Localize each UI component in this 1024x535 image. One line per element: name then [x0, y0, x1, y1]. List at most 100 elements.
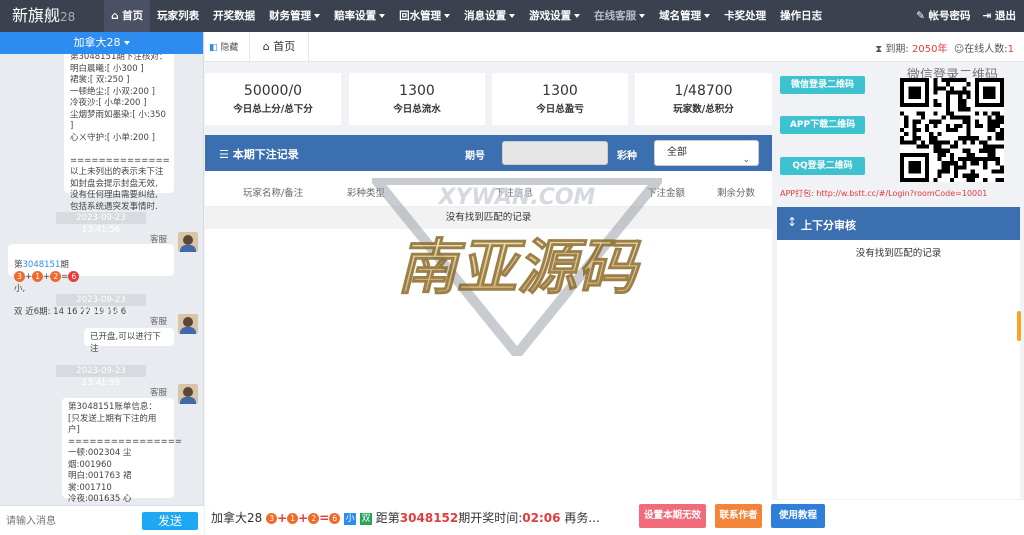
avatar	[178, 384, 198, 404]
nav-item-3[interactable]: 财务管理	[262, 0, 327, 32]
nav-item-label: 财务管理	[269, 10, 312, 22]
nav-item-0[interactable]: ⌂ 首页	[104, 0, 151, 32]
countdown-prefix: 距第	[375, 511, 400, 525]
nav-item-label: 在线客服	[594, 10, 637, 22]
stat-label: 玩家数/总积分	[673, 104, 734, 115]
result-tag-even: 双	[359, 512, 372, 525]
logout-link[interactable]: ⇥ 退出	[983, 0, 1016, 32]
nav-item-5[interactable]: 回水管理	[392, 0, 457, 32]
column-header: 彩种类型	[347, 188, 386, 199]
stat-card-turnover: 1300 今日总流水	[349, 73, 485, 125]
column-header: 玩家名称/备注	[243, 188, 304, 199]
ball: 2	[308, 513, 320, 524]
bet-records-panel: ☰ 本期下注记录 期号 彩种 全部 ⌄ 玩家名称/备注 彩种类型 下注信息 下注金…	[205, 135, 772, 500]
edit-icon: ✎	[916, 10, 925, 22]
qr-section: 微信登录二维码 APP下载二维码 QQ登录二维码 微信登录二维码 APP打包: …	[777, 62, 1024, 202]
contact-author-button[interactable]: 联系作者	[715, 504, 762, 528]
logout-icon: ⇥	[982, 10, 992, 22]
hide-label: 隐藏	[220, 43, 239, 53]
chevron-down-icon: ⌄	[742, 155, 750, 165]
nav-item-4[interactable]: 赔率设置	[327, 0, 392, 32]
collapse-icon: ◧	[209, 43, 218, 53]
nav-item-11[interactable]: 操作日志	[773, 0, 829, 32]
ball: 3	[14, 271, 25, 282]
qq-qr-button[interactable]: QQ登录二维码	[780, 157, 865, 175]
chat-timestamp: 2023-09-23 13:41:56	[56, 212, 146, 235]
brand-sub: 28	[60, 10, 76, 24]
next-period: 3048152	[399, 511, 459, 525]
bet-records-title-text: 本期下注记录	[232, 148, 299, 161]
user-icon: ☺	[953, 44, 965, 55]
nav-item-1[interactable]: 玩家列表	[150, 0, 206, 32]
chevron-down-icon	[509, 14, 516, 18]
chat-timestamp: 2023-09-23 13:41:59	[56, 365, 146, 388]
app-qr-button[interactable]: APP下载二维码	[780, 116, 865, 134]
chat-message: 第3048151期下注核对： 明白晨曦:[ 小300 ] 裙裳:[ 双:250 …	[64, 54, 174, 212]
bet-empty-message: 没有找到匹配的记录	[205, 207, 772, 229]
tutorial-button[interactable]: 使用教程	[771, 504, 825, 528]
ball-sum: 6	[68, 271, 80, 282]
ball: 1	[32, 271, 44, 282]
ball: 3	[266, 513, 278, 524]
game-type-select[interactable]: 全部 ⌄	[654, 140, 759, 166]
stat-label: 今日总上分/总下分	[233, 104, 313, 115]
tab-home[interactable]: ⌂ 首页	[249, 32, 309, 62]
chevron-down-icon	[314, 14, 321, 18]
nav-item-10[interactable]: 卡奖处理	[717, 0, 773, 32]
countdown-value: 02:06	[522, 511, 561, 525]
void-period-button[interactable]: 设置本期无效	[639, 504, 706, 528]
nav-item-label: 首页	[122, 10, 144, 22]
chat-message-result: 第3048151期 3 +1 +2 = 6 小, 双 近6期: 14 16 22 19 …	[8, 244, 174, 317]
app-package-link[interactable]: APP打包: http://w.bstt.cc/#/Login?roomCode…	[780, 188, 987, 199]
bottom-status-bar: 加拿大28 3 +1 +2 = 6 小 双 距第3048152期开奖时间:02:06 再…	[205, 500, 1024, 535]
chevron-down-icon	[379, 14, 386, 18]
chat-input[interactable]	[6, 512, 136, 530]
chat-input-bar: 发送	[0, 505, 204, 535]
chat-messages[interactable]: 第3048151期下注核对： 明白晨曦:[ 小300 ] 裙裳:[ 双:250 …	[0, 54, 204, 502]
nav-item-label: 开奖数据	[213, 10, 256, 22]
game-type-selected: 全部	[667, 147, 687, 158]
stat-value: 1300	[542, 83, 578, 99]
wechat-qr-button[interactable]: 微信登录二维码	[780, 76, 865, 94]
nav-item-6[interactable]: 消息设置	[457, 0, 522, 32]
audit-empty-message: 没有找到匹配的记录	[855, 248, 942, 259]
scrollbar-thumb[interactable]	[1017, 311, 1021, 341]
chat-room-selector[interactable]: 加拿大28	[0, 32, 203, 54]
chat-sender: 客服	[150, 388, 168, 398]
account-password-label: 帐号密码	[928, 10, 971, 22]
account-password-link[interactable]: ✎ 帐号密码	[916, 0, 970, 32]
nav-item-7[interactable]: 游戏设置	[522, 0, 587, 32]
hide-sidebar-button[interactable]: ◧ 隐藏	[209, 40, 238, 53]
expire-label: 到期:	[885, 44, 909, 55]
brand-name: 新旗舰	[12, 6, 61, 25]
nav-item-label: 玩家列表	[157, 10, 200, 22]
brand-logo[interactable]: 新旗舰28	[0, 0, 104, 32]
top-navbar: 新旗舰28 ⌂ 首页 玩家列表 开奖数据 财务管理 赔率设置 回水管理 消息设置 游戏设置 在线…	[0, 0, 1024, 32]
stat-label: 今日总流水	[393, 104, 441, 115]
game-name: 加拿大28	[211, 511, 263, 525]
stat-card-players: 1/48700 玩家数/总积分	[635, 73, 772, 125]
nav-item-label: 操作日志	[780, 10, 823, 22]
bet-records-title: ☰ 本期下注记录	[219, 146, 299, 162]
sort-icon: ↕	[787, 215, 798, 229]
stat-card-profit: 1300 今日总盈亏	[492, 73, 628, 125]
nav-item-9[interactable]: 域名管理	[652, 0, 717, 32]
send-button[interactable]: 发送	[142, 512, 198, 530]
countdown-label: 期开奖时间:	[458, 511, 523, 525]
chevron-down-icon	[704, 14, 711, 18]
nav-item-8[interactable]: 在线客服	[587, 0, 652, 32]
expire-value: 2050年	[912, 44, 948, 55]
nav-item-label: 游戏设置	[529, 10, 572, 22]
home-icon: ⌂	[262, 40, 270, 53]
text: 期	[60, 259, 69, 270]
nav-item-2[interactable]: 开奖数据	[206, 0, 262, 32]
column-header: 下注信息	[495, 188, 534, 199]
tab-home-label: 首页	[273, 40, 296, 53]
period-input[interactable]	[502, 141, 608, 165]
logout-label: 退出	[995, 10, 1016, 22]
column-header: 剩余分数	[717, 188, 756, 199]
chat-timestamp: 2023-09-23 13:41:56	[56, 294, 146, 317]
stat-value: 1300	[399, 83, 435, 99]
tab-bar: ◧ 隐藏 ⌂ 首页 ⧗ 到期: 2050年 ☺在线人数:1	[205, 32, 1024, 62]
menu-icon: ☰	[219, 148, 229, 161]
